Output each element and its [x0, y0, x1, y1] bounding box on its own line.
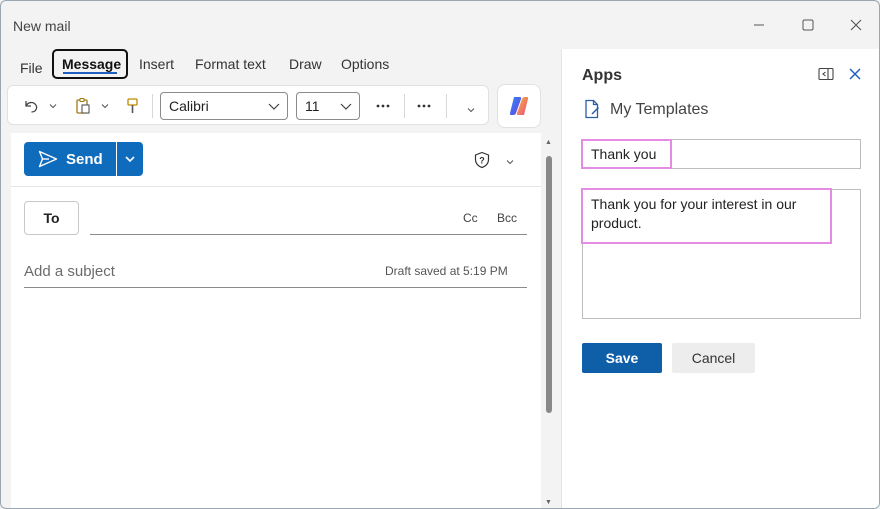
- paste-icon: [76, 97, 90, 114]
- window-title: New mail: [13, 18, 71, 34]
- ribbon-divider: [152, 94, 153, 118]
- apps-title: Apps: [582, 67, 622, 84]
- chevron-down-icon: [340, 103, 352, 110]
- cc-button[interactable]: Cc: [463, 211, 478, 225]
- sensitivity-dropdown[interactable]: [505, 154, 515, 172]
- my-templates-icon: [583, 99, 601, 124]
- sensitivity-button[interactable]: ?: [473, 151, 491, 174]
- active-tab-indicator: [63, 72, 117, 74]
- save-button[interactable]: Save: [582, 343, 662, 373]
- expand-ribbon-button[interactable]: [463, 98, 479, 122]
- undo-dropdown[interactable]: [46, 94, 60, 118]
- to-field[interactable]: [90, 234, 527, 235]
- scroll-down-arrow[interactable]: ▼: [545, 499, 552, 506]
- tab-message[interactable]: Message: [52, 49, 128, 79]
- bcc-button[interactable]: Bcc: [497, 211, 517, 225]
- chevron-down-icon: [467, 108, 475, 113]
- tab-options[interactable]: Options: [333, 49, 397, 79]
- font-name-value: Calibri: [169, 98, 209, 114]
- draft-status: Draft saved at 5:19 PM: [385, 264, 508, 278]
- chevron-down-icon: [268, 103, 280, 110]
- chevron-down-icon: [125, 156, 135, 163]
- to-button[interactable]: To: [24, 201, 79, 235]
- more-options-button[interactable]: [413, 94, 435, 118]
- chevron-down-icon: [506, 160, 514, 165]
- tab-insert[interactable]: Insert: [131, 49, 182, 79]
- send-label: Send: [66, 150, 103, 168]
- template-name-value[interactable]: Thank you: [581, 139, 672, 169]
- tab-draw[interactable]: Draw: [281, 49, 330, 79]
- more-icon: [417, 104, 431, 108]
- scrollbar-thumb[interactable]: [546, 156, 552, 413]
- subject-field[interactable]: Add a subject: [24, 263, 115, 280]
- chevron-down-icon: [49, 104, 57, 109]
- ribbon-toolbar: Calibri 11: [7, 85, 489, 125]
- send-button[interactable]: Send: [24, 142, 116, 176]
- tab-format-text[interactable]: Format text: [187, 49, 274, 79]
- font-size-value: 11: [305, 98, 320, 114]
- ribbon-divider: [404, 94, 405, 118]
- send-options-dropdown[interactable]: [117, 142, 143, 176]
- template-body-value[interactable]: Thank you for your interest in our produ…: [581, 188, 832, 244]
- scroll-up-arrow[interactable]: ▲: [545, 139, 552, 146]
- close-pane-button[interactable]: [848, 67, 862, 86]
- undo-button[interactable]: [20, 94, 42, 118]
- ribbon-tabs: File Message Insert Format text Draw Opt…: [1, 49, 561, 83]
- copilot-button[interactable]: [497, 84, 541, 128]
- send-icon: [38, 150, 58, 168]
- title-bar: New mail: [1, 1, 879, 49]
- format-painter-icon: [127, 98, 138, 113]
- svg-text:?: ?: [479, 156, 485, 166]
- maximize-button[interactable]: [794, 11, 822, 39]
- ribbon-divider: [446, 94, 447, 118]
- header-divider: [11, 186, 541, 187]
- outlook-window: New mail File Message Insert Format text…: [0, 0, 880, 509]
- format-painter-button[interactable]: [122, 94, 144, 118]
- undo-icon: [25, 101, 38, 113]
- more-icon: [376, 104, 390, 108]
- close-icon: [850, 19, 862, 31]
- font-size-select[interactable]: 11: [296, 92, 360, 120]
- apps-pane: Apps My Templates Thank you Thank you fo…: [561, 49, 879, 508]
- addin-name: My Templates: [610, 101, 709, 118]
- chevron-down-icon: [101, 104, 109, 109]
- maximize-icon: [802, 19, 814, 31]
- copilot-icon: [509, 97, 529, 115]
- font-name-select[interactable]: Calibri: [160, 92, 288, 120]
- paste-dropdown[interactable]: [98, 94, 112, 118]
- tab-message-label: Message: [62, 56, 122, 72]
- dock-icon: [818, 67, 834, 81]
- dock-pane-button[interactable]: [818, 67, 834, 86]
- paste-button[interactable]: [72, 94, 94, 118]
- tab-file[interactable]: File: [12, 53, 51, 83]
- close-window-button[interactable]: [842, 11, 870, 39]
- cancel-button[interactable]: Cancel: [672, 343, 755, 373]
- subject-underline: [24, 287, 527, 288]
- minimize-icon: [754, 24, 764, 26]
- shield-question-icon: ?: [474, 151, 490, 169]
- minimize-button[interactable]: [745, 11, 773, 39]
- more-formatting-button[interactable]: [372, 94, 394, 118]
- compose-pane: Send ? To Cc Bcc Add a subject Draft sav…: [11, 133, 541, 508]
- close-icon: [849, 68, 861, 80]
